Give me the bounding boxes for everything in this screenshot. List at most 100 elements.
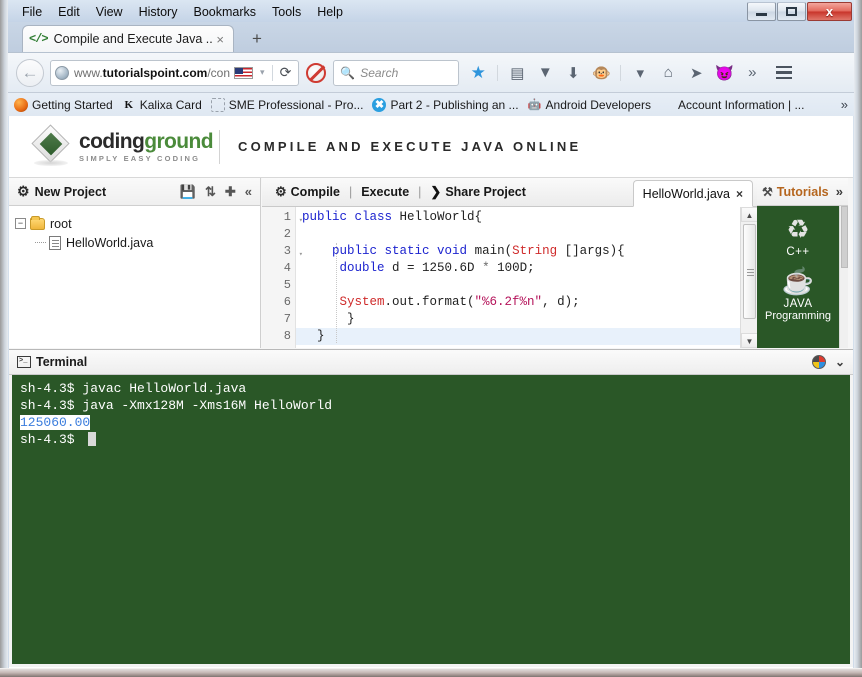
tree-toggle-icon[interactable]: − bbox=[15, 218, 26, 229]
code-line[interactable]: } bbox=[296, 328, 740, 345]
gear-icon: ⚙ bbox=[17, 183, 30, 199]
color-palette-icon[interactable] bbox=[811, 355, 826, 369]
tutorial-item-cpp[interactable]: ♻ C++ bbox=[757, 206, 839, 258]
tutorials-title[interactable]: Tutorials bbox=[777, 185, 829, 199]
home-icon[interactable]: ⌂ bbox=[655, 60, 681, 86]
divider bbox=[497, 64, 499, 81]
code-line[interactable]: } bbox=[296, 311, 740, 328]
url-text: www.tutorialspoint.com/con bbox=[74, 66, 230, 80]
code-line[interactable] bbox=[296, 277, 740, 294]
menu-hamburger-icon[interactable] bbox=[771, 60, 797, 86]
code-line[interactable]: public class HelloWorld{ bbox=[296, 209, 740, 226]
tree-node-file[interactable]: HelloWorld.java bbox=[15, 233, 254, 252]
terminal-text: sh-4.3$ bbox=[20, 432, 83, 447]
back-button[interactable]: ← bbox=[16, 58, 44, 87]
code-tag-icon: </> bbox=[29, 32, 49, 46]
bookmarks-overflow-icon[interactable]: » bbox=[841, 97, 848, 112]
terminal-selected-text: 125060.00 bbox=[20, 415, 91, 430]
code-token: main( bbox=[474, 244, 513, 258]
terminal-text: sh-4.3$ javac HelloWorld.java bbox=[20, 381, 247, 396]
add-icon[interactable]: ✚ bbox=[225, 184, 236, 200]
send-icon[interactable]: ➤ bbox=[683, 60, 709, 86]
tutorials-header: ⚒ Tutorials » bbox=[757, 178, 848, 206]
editor-file-tab[interactable]: HelloWorld.java × bbox=[632, 180, 753, 207]
project-panel-header: ⚙ New Project 💾 ⇅ ✚ « bbox=[9, 178, 260, 206]
noscript-icon[interactable] bbox=[306, 62, 327, 83]
shield-icon[interactable]: 😈 bbox=[711, 60, 737, 86]
navigation-toolbar: ← www.tutorialspoint.com/con ▾ ⟳ 🔍 Searc… bbox=[8, 52, 854, 92]
execute-button[interactable]: Execute bbox=[354, 185, 416, 199]
minimize-icon bbox=[748, 3, 775, 20]
ide-area: ⚙ New Project 💾 ⇅ ✚ « − root HelloWorld.… bbox=[9, 178, 853, 667]
codingground-logo[interactable]: codingground SIMPLY EASY CODING bbox=[9, 123, 217, 167]
collapse-chevrons-icon[interactable]: ⌄ bbox=[835, 356, 845, 368]
compile-button[interactable]: ⚙ Compile bbox=[268, 184, 347, 200]
bookmark-label: Account Information | ... bbox=[677, 97, 805, 112]
scroll-down-icon[interactable]: ▼ bbox=[741, 333, 758, 348]
url-bar[interactable]: www.tutorialspoint.com/con ▾ ⟳ bbox=[50, 59, 300, 86]
menu-item-view[interactable]: View bbox=[88, 3, 131, 21]
monkey-avatar-icon[interactable]: 🐵 bbox=[588, 60, 614, 86]
code-token: public bbox=[332, 244, 385, 258]
scroll-up-icon[interactable]: ▲ bbox=[741, 207, 758, 222]
bookmark-getting-started[interactable]: Getting Started bbox=[14, 97, 113, 112]
file-tab-close-icon[interactable]: × bbox=[736, 187, 743, 201]
line-number: 5 bbox=[283, 278, 291, 292]
bookmark-account-information[interactable]: Account Information | ... bbox=[660, 98, 805, 112]
editor-panel: ⚙ Compile | Execute | ❯ Share Project He… bbox=[262, 178, 758, 348]
bookmark-sme-professional[interactable]: SME Professional - Pro... bbox=[210, 97, 363, 112]
chevron-down-icon[interactable]: ▾ bbox=[260, 67, 265, 78]
bookmark-kalixa-card[interactable]: K Kalixa Card bbox=[122, 97, 202, 112]
menu-item-bookmarks[interactable]: Bookmarks bbox=[185, 3, 264, 21]
bookmark-part2-publishing[interactable]: ✖ Part 2 - Publishing an ... bbox=[372, 97, 519, 112]
expand-icon[interactable]: » bbox=[836, 184, 843, 199]
menu-item-edit[interactable]: Edit bbox=[50, 3, 88, 21]
menu-item-tools[interactable]: Tools bbox=[264, 3, 309, 21]
code-token: String bbox=[512, 244, 558, 258]
scrollbar-thumb[interactable] bbox=[743, 224, 756, 319]
save-icon[interactable]: 💾 bbox=[180, 184, 196, 200]
collapse-icon[interactable]: « bbox=[245, 184, 252, 199]
minimize-button[interactable] bbox=[747, 2, 776, 21]
url-path: /con bbox=[207, 65, 231, 80]
search-input[interactable]: 🔍 Search bbox=[333, 59, 460, 86]
downloads-icon[interactable]: ⬇ bbox=[560, 60, 586, 86]
menu-item-file[interactable]: File bbox=[14, 3, 50, 21]
tab-close-icon[interactable]: × bbox=[213, 32, 227, 47]
chevron-down-icon[interactable]: ▾ bbox=[627, 60, 653, 86]
refresh-icon[interactable]: ⇅ bbox=[205, 184, 216, 200]
new-project-label[interactable]: New Project bbox=[35, 185, 107, 199]
code-line[interactable]: public static void main(String []args){ bbox=[296, 243, 740, 260]
reading-list-icon[interactable]: ▤ bbox=[504, 60, 530, 86]
share-project-button[interactable]: ❯ Share Project bbox=[423, 184, 533, 200]
browser-tab-active[interactable]: </> Compile and Execute Java ... × bbox=[22, 25, 234, 52]
line-number: 6 bbox=[283, 295, 291, 309]
tutorials-panel: ⚒ Tutorials » ♻ C++ ☕ JAVA Programming bbox=[757, 178, 848, 348]
share-arrow-icon: ❯ bbox=[430, 184, 442, 199]
menu-item-help[interactable]: Help bbox=[309, 3, 351, 21]
code-line[interactable]: System.out.format("%6.2f%n", d); bbox=[296, 294, 740, 311]
bookmark-label: Kalixa Card bbox=[139, 97, 202, 112]
new-tab-button[interactable]: + bbox=[244, 28, 270, 50]
close-icon: x bbox=[825, 4, 834, 19]
tutorial-item-java[interactable]: ☕ JAVA Programming bbox=[757, 258, 839, 322]
pocket-icon[interactable]: ▼ bbox=[532, 60, 558, 86]
tree-node-root[interactable]: − root bbox=[15, 214, 254, 233]
reload-icon[interactable]: ⟳ bbox=[277, 64, 295, 81]
tutorials-scrollbar[interactable] bbox=[839, 206, 848, 348]
tutorial-label: JAVA bbox=[783, 298, 813, 310]
editor-scrollbar[interactable]: ▲ ▼ bbox=[740, 207, 758, 348]
bookmark-star-icon[interactable]: ★ bbox=[465, 60, 491, 86]
code-line[interactable]: double d = 1250.6D * 100D; bbox=[296, 260, 740, 277]
code-line[interactable] bbox=[296, 226, 740, 243]
overflow-icon[interactable]: » bbox=[739, 60, 765, 86]
code-editor[interactable]: 1 ▾ 2 3 ▾ 4 5 6 7 8 public class HelloWorld{ publ… bbox=[262, 207, 758, 348]
logo-wordmark: codingground bbox=[79, 131, 214, 152]
bookmark-android-developers[interactable]: 🤖 Android Developers bbox=[528, 98, 651, 112]
scrollbar-thumb[interactable] bbox=[841, 206, 848, 268]
terminal-output[interactable]: sh-4.3$ javac HelloWorld.java sh-4.3$ jav… bbox=[9, 375, 853, 667]
maximize-button[interactable] bbox=[777, 2, 806, 21]
close-button[interactable]: x bbox=[807, 2, 852, 21]
code-lines[interactable]: public class HelloWorld{ public static v… bbox=[296, 207, 740, 348]
menu-item-history[interactable]: History bbox=[131, 3, 186, 21]
